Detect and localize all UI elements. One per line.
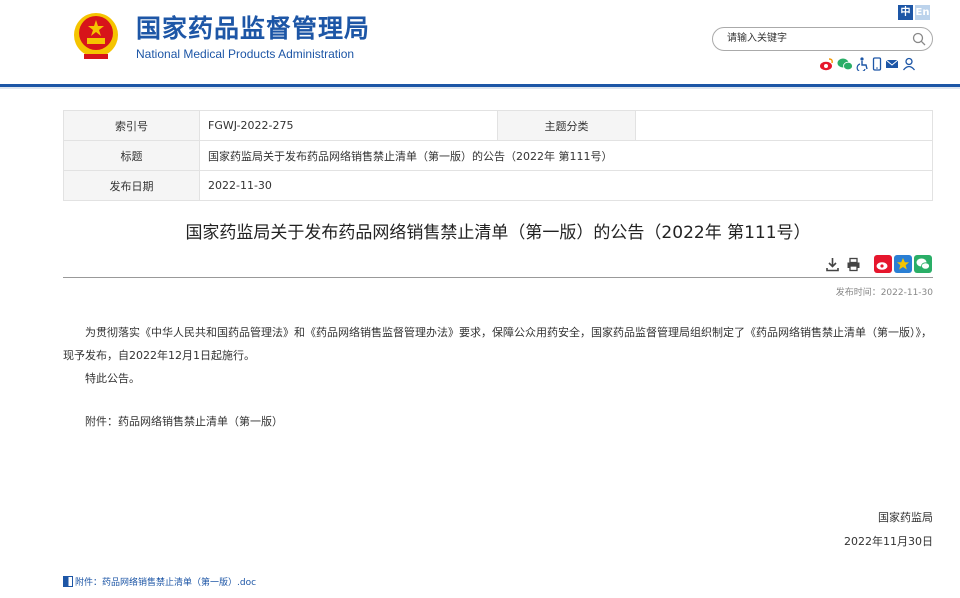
document-info-table: 索引号 FGWJ-2022-275 主题分类 标题 国家药监局关于发布药品网络销… <box>63 110 933 201</box>
site-header: 国家药品监督管理局 National Medical Products Admi… <box>0 0 960 84</box>
topic-value <box>635 110 933 141</box>
site-title-cn: 国家药品监督管理局 <box>136 14 371 43</box>
date-value: 2022-11-30 <box>199 170 933 201</box>
print-icon[interactable] <box>846 257 861 272</box>
signer: 国家药监局 <box>878 511 933 524</box>
title-label: 标题 <box>63 140 200 171</box>
index-label: 索引号 <box>63 110 200 141</box>
mail-icon[interactable] <box>885 57 899 71</box>
index-value: FGWJ-2022-275 <box>199 110 498 141</box>
publish-time: 发布时间：2022-11-30 <box>835 288 933 298</box>
site-title-en: National Medical Products Administration <box>136 47 355 61</box>
title-value: 国家药监局关于发布药品网络销售禁止清单（第一版）的公告（2022年 第111号） <box>199 140 933 171</box>
table-row: 索引号 FGWJ-2022-275 主题分类 <box>63 110 933 141</box>
weibo-icon[interactable] <box>819 57 834 71</box>
search-box[interactable]: 请输入关键字 <box>712 27 933 51</box>
article-body: 为贯彻落实《中华人民共和国药品管理法》和《药品网络销售监督管理办法》要求，保障公… <box>63 321 935 433</box>
table-row: 标题 国家药监局关于发布药品网络销售禁止清单（第一版）的公告（2022年 第11… <box>63 140 933 171</box>
accessibility-icon[interactable] <box>856 57 869 71</box>
wechat-share-icon[interactable] <box>914 255 932 273</box>
sign-date: 2022年11月30日 <box>844 535 933 548</box>
date-label: 发布日期 <box>63 170 200 201</box>
article-title: 国家药监局关于发布药品网络销售禁止清单（第一版）的公告（2022年 第111号） <box>185 223 811 243</box>
header-divider-shadow <box>0 87 960 89</box>
attachment-link[interactable]: 附件：药品网络销售禁止清单（第一版）.doc <box>63 575 256 588</box>
national-emblem-icon <box>74 13 118 59</box>
title-divider <box>63 277 933 278</box>
lang-zh-button[interactable]: 中 <box>898 5 913 20</box>
lang-en-button[interactable]: En <box>915 5 930 20</box>
user-icon[interactable] <box>902 57 916 71</box>
mobile-icon[interactable] <box>872 57 882 71</box>
search-input[interactable]: 请输入关键字 <box>727 33 787 45</box>
social-links <box>819 57 916 71</box>
search-icon[interactable] <box>912 32 926 46</box>
favorite-share-icon[interactable] <box>894 255 912 273</box>
download-icon[interactable] <box>825 257 840 272</box>
attachment-link-text[interactable]: 附件：药品网络销售禁止清单（第一版）.doc <box>75 575 256 588</box>
article-tools <box>825 257 861 272</box>
weibo-share-icon[interactable] <box>874 255 892 273</box>
word-doc-icon <box>63 576 73 587</box>
article-paragraph: 特此公告。 <box>85 372 140 385</box>
share-buttons <box>874 255 932 273</box>
topic-label: 主题分类 <box>497 110 636 141</box>
wechat-icon[interactable] <box>837 57 853 71</box>
article-paragraph: 为贯彻落实《中华人民共和国药品管理法》和《药品网络销售监督管理办法》要求，保障公… <box>63 326 932 362</box>
table-row: 发布日期 2022-11-30 <box>63 170 933 201</box>
attachment-mention: 附件：药品网络销售禁止清单（第一版） <box>85 415 283 428</box>
